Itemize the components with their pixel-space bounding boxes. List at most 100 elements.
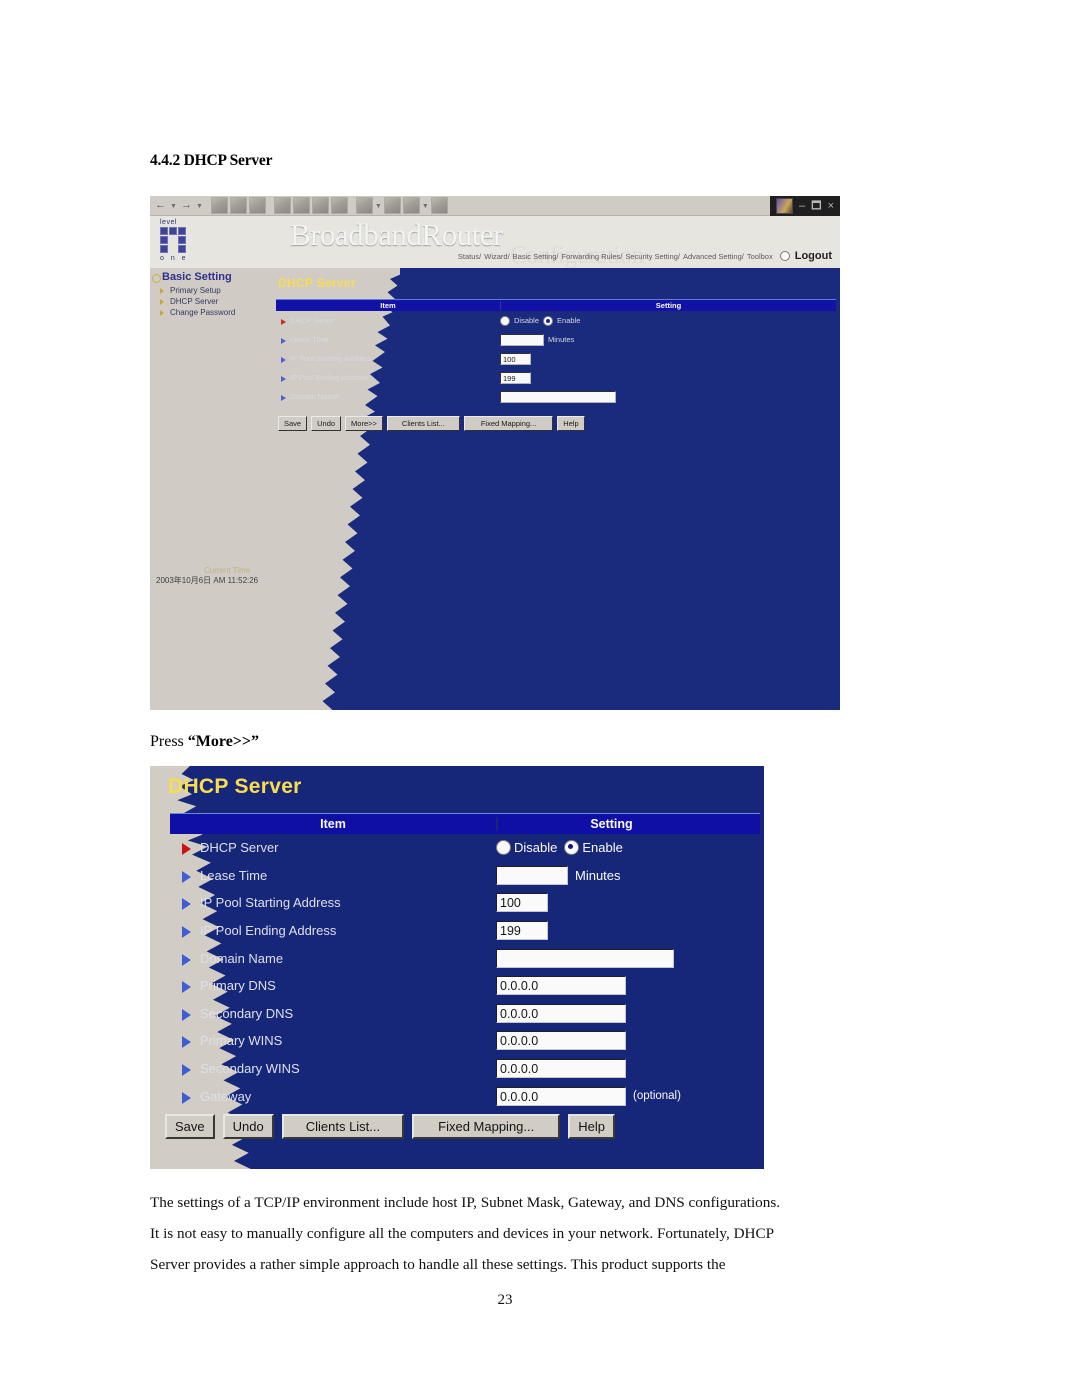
nav-item-security-setting[interactable]: Security Setting/ <box>625 252 680 261</box>
edit-icon[interactable] <box>402 197 420 214</box>
more-button[interactable]: More>> <box>345 416 383 431</box>
chevron-right-icon <box>182 843 191 856</box>
discuss-icon[interactable] <box>430 197 448 214</box>
fixed-mapping-button[interactable]: Fixed Mapping... <box>463 416 554 431</box>
chevron-right-icon <box>281 395 286 401</box>
logout-button[interactable]: Logout <box>795 250 832 262</box>
press-more-caption: Press “More>>” <box>150 733 259 751</box>
chevron-right-icon <box>281 338 286 344</box>
mail-icon[interactable] <box>355 197 373 214</box>
row-label-ip-pool-start: IP Pool Starting Address <box>276 354 500 363</box>
nav-item-status[interactable]: Status/ <box>458 252 481 261</box>
undo-button[interactable]: Undo <box>222 1114 274 1139</box>
radio-enable[interactable] <box>564 840 580 856</box>
nav-item-basic-setting[interactable]: Basic Setting/ <box>513 252 559 261</box>
gateway-input[interactable]: 0.0.0.0 <box>496 1086 626 1106</box>
chevron-right-icon <box>182 953 191 966</box>
nav-item-wizard[interactable]: Wizard/ <box>484 252 509 261</box>
row-value: 0.0.0.0 (optional) <box>496 1086 760 1106</box>
ip-pool-start-input[interactable]: 100 <box>496 893 548 913</box>
close-button[interactable]: × <box>828 200 834 212</box>
refresh-icon[interactable] <box>229 197 247 214</box>
mail-dropdown-icon[interactable]: ▼ <box>375 202 382 210</box>
primary-dns-input[interactable]: 0.0.0.0 <box>496 976 626 996</box>
back-arrow-icon[interactable]: ← <box>153 198 168 213</box>
forward-dropdown-icon[interactable]: ▼ <box>196 202 203 210</box>
row-label-lease-time: Lease Time <box>276 335 500 344</box>
favorites-icon[interactable] <box>292 197 310 214</box>
edit-dropdown-icon[interactable]: ▼ <box>422 202 429 210</box>
channels-icon[interactable] <box>330 197 348 214</box>
stop-icon[interactable] <box>210 197 228 214</box>
nav-item-forwarding-rules[interactable]: Forwarding Rules/ <box>562 252 623 261</box>
row-label-ip-pool-end: IP Pool Ending Address <box>170 923 496 939</box>
row-value <box>500 390 836 403</box>
clients-list-button[interactable]: Clients List... <box>281 1114 405 1139</box>
press-more-label: “More>>” <box>187 733 260 750</box>
chevron-right-icon <box>281 319 286 325</box>
logo-word-one: o n e <box>160 255 189 262</box>
row-label-secondary-wins: Secondary WINS <box>170 1061 496 1077</box>
row-label-text: IP Pool Ending Address <box>200 923 337 939</box>
secondary-wins-input[interactable]: 0.0.0.0 <box>496 1059 626 1079</box>
table-row: DHCP Server Disable Enable <box>170 834 760 862</box>
router-brand-header: level o n e BroadbandRouter Configuratio… <box>150 216 840 268</box>
toolbar-separator <box>268 198 272 213</box>
body-text: The settings of a TCP/IP environment inc… <box>150 1187 842 1280</box>
dhcp-panel-large: DHCP Server Item Setting DHCP Server Dis… <box>150 766 764 1169</box>
fixed-mapping-button[interactable]: Fixed Mapping... <box>412 1114 561 1139</box>
chevron-right-icon <box>182 1036 191 1049</box>
nav-item-advanced-setting[interactable]: Advanced Setting/ <box>683 252 744 261</box>
table-row: Primary WINS 0.0.0.0 <box>170 1027 760 1055</box>
logo-grid <box>160 227 194 253</box>
lease-time-input[interactable] <box>496 865 568 885</box>
search-icon[interactable] <box>273 197 291 214</box>
radio-disable-label: Disable <box>514 316 540 325</box>
button-row: Save Undo Clients List... Fixed Mapping.… <box>165 1114 615 1139</box>
sidebar-item-label: Change Password <box>170 308 236 317</box>
chevron-right-icon <box>182 926 191 939</box>
logo-word-level: level <box>160 219 177 226</box>
restore-button[interactable]: 🗖 <box>811 197 821 216</box>
row-value: Disable Enable <box>500 315 836 326</box>
minimize-button[interactable]: – <box>799 200 805 212</box>
clients-list-button[interactable]: Clients List... <box>386 416 460 431</box>
paragraph-line-1: The settings of a TCP/IP environment inc… <box>150 1194 781 1211</box>
panel-title: DHCP Server <box>278 276 356 290</box>
save-button[interactable]: Save <box>278 416 308 431</box>
help-button[interactable]: Help <box>568 1114 615 1139</box>
chevron-right-icon <box>281 376 286 382</box>
domain-name-input[interactable] <box>500 390 616 403</box>
chevron-right-icon <box>182 981 191 994</box>
undo-button[interactable]: Undo <box>311 416 342 431</box>
ip-pool-end-input[interactable]: 199 <box>500 371 531 384</box>
nav-item-toolbox[interactable]: Toolbox <box>747 252 773 261</box>
secondary-dns-input[interactable]: 0.0.0.0 <box>496 1003 626 1023</box>
save-button[interactable]: Save <box>165 1114 215 1139</box>
chevron-right-icon <box>160 299 164 305</box>
row-label-lease-time: Lease Time <box>170 868 496 883</box>
page-number: 23 <box>497 1292 513 1308</box>
ip-pool-start-input[interactable]: 100 <box>500 352 531 365</box>
radio-disable[interactable] <box>496 840 511 856</box>
help-button[interactable]: Help <box>557 416 585 431</box>
table-row: Secondary WINS 0.0.0.0 <box>170 1055 760 1083</box>
table-row: Lease Time Minutes <box>276 330 836 349</box>
panel-title: DHCP Server <box>168 775 302 798</box>
row-label-secondary-dns: Secondary DNS <box>170 1006 496 1021</box>
radio-enable[interactable] <box>543 315 554 326</box>
home-icon[interactable] <box>248 197 266 214</box>
ip-pool-end-input[interactable]: 199 <box>496 921 548 941</box>
forward-arrow-icon[interactable]: → <box>179 198 194 213</box>
history-icon[interactable] <box>311 197 329 214</box>
domain-name-input[interactable] <box>496 948 674 968</box>
table-row: IP Pool Starting Address 100 <box>170 889 760 917</box>
print-icon[interactable] <box>383 197 401 214</box>
radio-disable[interactable] <box>500 315 510 326</box>
back-dropdown-icon[interactable]: ▼ <box>170 202 177 210</box>
logout-radio-icon[interactable] <box>779 251 790 261</box>
chevron-right-icon <box>182 1091 191 1104</box>
primary-wins-input[interactable]: 0.0.0.0 <box>496 1031 626 1051</box>
row-label-text: Gateway <box>200 1088 252 1104</box>
lease-time-input[interactable] <box>500 333 544 346</box>
